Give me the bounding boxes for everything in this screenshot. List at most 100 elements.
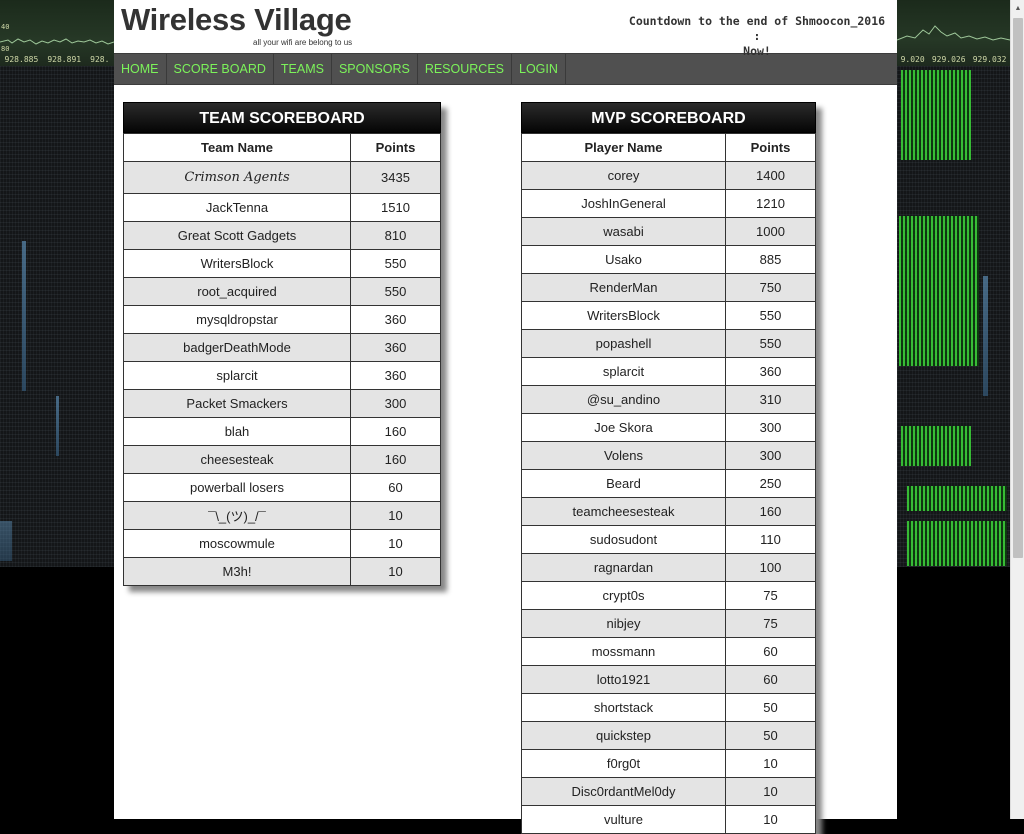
player-name: quickstep xyxy=(521,721,726,750)
team-scoreboard: TEAM SCOREBOARD Team Name Points Crimson… xyxy=(123,102,441,586)
nav-login[interactable]: LOGIN xyxy=(512,54,566,84)
mvp-scoreboard-title: MVP SCOREBOARD xyxy=(521,102,816,133)
spectrum-line xyxy=(897,25,1010,41)
player-points: 60 xyxy=(725,665,816,694)
freq-label: 928.885 xyxy=(4,55,39,64)
countdown: Countdown to the end of Shmoocon_2016 : … xyxy=(627,14,887,59)
team-scoreboard-title: TEAM SCOREBOARD xyxy=(123,102,441,133)
team-name: WritersBlock xyxy=(123,249,351,278)
page-scrollbar[interactable]: ▲ xyxy=(1010,0,1024,819)
player-name: Usako xyxy=(521,245,726,274)
table-row: ragnardan 100 xyxy=(521,553,816,582)
table-row: WritersBlock 550 xyxy=(123,249,441,278)
mvp-scoreboard: MVP SCOREBOARD Player Name Points corey 1… xyxy=(521,102,816,834)
player-points: 1210 xyxy=(725,189,816,218)
team-name: mysqldropstar xyxy=(123,305,351,334)
nav-home[interactable]: HOME xyxy=(114,54,167,84)
team-points: 810 xyxy=(350,221,441,250)
team-points: 60 xyxy=(350,473,441,502)
player-points: 50 xyxy=(725,721,816,750)
freq-label: 929.032 xyxy=(972,55,1007,64)
player-name: WritersBlock xyxy=(521,301,726,330)
table-row: ¯\_(ツ)_/¯ 10 xyxy=(123,501,441,530)
nav-scoreboard[interactable]: SCORE BOARD xyxy=(167,54,274,84)
team-points: 550 xyxy=(350,249,441,278)
table-row: Disc0rdantMel0dy 10 xyxy=(521,777,816,806)
player-points: 160 xyxy=(725,497,816,526)
player-points: 75 xyxy=(725,581,816,610)
player-name: Beard xyxy=(521,469,726,498)
player-points: 110 xyxy=(725,525,816,554)
scroll-thumb[interactable] xyxy=(1013,18,1023,558)
player-name: ragnardan xyxy=(521,553,726,582)
team-name: M3h! xyxy=(123,557,351,586)
site-header: Wireless Village all your wifi are belon… xyxy=(114,0,897,58)
table-row: cheesesteak 160 xyxy=(123,445,441,474)
table-row: lotto1921 60 xyxy=(521,665,816,694)
table-row: @su_andino 310 xyxy=(521,385,816,414)
player-name: mossmann xyxy=(521,637,726,666)
team-name: cheesesteak xyxy=(123,445,351,474)
team-name: powerball losers xyxy=(123,473,351,502)
player-name: f0rg0t xyxy=(521,749,726,778)
site-tagline: all your wifi are belong to us xyxy=(253,38,353,47)
site-logo[interactable]: Wireless Village xyxy=(121,2,352,38)
team-points: 10 xyxy=(350,501,441,530)
table-row: Beard 250 xyxy=(521,469,816,498)
table-row: sudosudont 110 xyxy=(521,525,816,554)
nav-teams[interactable]: TEAMS xyxy=(274,54,332,84)
player-name: Volens xyxy=(521,441,726,470)
spectrum-line xyxy=(0,38,114,45)
table-row: quickstep 50 xyxy=(521,721,816,750)
team-points: 360 xyxy=(350,305,441,334)
col-team-name: Team Name xyxy=(123,133,351,162)
spectrum-background-left: 40 80 928.885 928.891 928. xyxy=(0,0,114,567)
team-points: 360 xyxy=(350,361,441,390)
table-row: RenderMan 750 xyxy=(521,273,816,302)
player-name: vulture xyxy=(521,805,726,834)
waterfall-display xyxy=(0,66,114,567)
player-name: Disc0rdantMel0dy xyxy=(521,777,726,806)
table-row: blah 160 xyxy=(123,417,441,446)
player-points: 1400 xyxy=(725,161,816,190)
freq-label: 9.020 xyxy=(900,55,925,64)
team-name: Great Scott Gadgets xyxy=(123,221,351,250)
team-name: Packet Smackers xyxy=(123,389,351,418)
main-page: Wireless Village all your wifi are belon… xyxy=(114,0,897,834)
team-name: JackTenna xyxy=(123,193,351,222)
player-points: 300 xyxy=(725,413,816,442)
table-row: teamcheesesteak 160 xyxy=(521,497,816,526)
table-row: vulture 10 xyxy=(521,805,816,834)
team-name: badgerDeathMode xyxy=(123,333,351,362)
table-row: wasabi 1000 xyxy=(521,217,816,246)
team-points: 160 xyxy=(350,445,441,474)
table-row: nibjey 75 xyxy=(521,609,816,638)
nav-sponsors[interactable]: SPONSORS xyxy=(332,54,418,84)
table-row: WritersBlock 550 xyxy=(521,301,816,330)
player-points: 550 xyxy=(725,301,816,330)
table-row: popashell 550 xyxy=(521,329,816,358)
scroll-up-icon[interactable]: ▲ xyxy=(1011,0,1024,17)
player-points: 250 xyxy=(725,469,816,498)
player-points: 75 xyxy=(725,609,816,638)
nav-resources[interactable]: RESOURCES xyxy=(418,54,512,84)
spectrum-background-right: 9.020 929.026 929.032 xyxy=(897,0,1010,567)
table-header-row: Player Name Points xyxy=(521,133,816,162)
table-row: mossmann 60 xyxy=(521,637,816,666)
player-name: teamcheesesteak xyxy=(521,497,726,526)
table-row: M3h! 10 xyxy=(123,557,441,586)
table-row: badgerDeathMode 360 xyxy=(123,333,441,362)
waterfall-display xyxy=(897,66,1010,567)
player-points: 10 xyxy=(725,749,816,778)
team-points: 3435 xyxy=(350,161,441,194)
col-points: Points xyxy=(725,133,816,162)
table-row: JackTenna 1510 xyxy=(123,193,441,222)
team-points: 550 xyxy=(350,277,441,306)
mvp-scoreboard-table: Player Name Points corey 1400 JoshInGener… xyxy=(521,133,816,834)
table-row: mysqldropstar 360 xyxy=(123,305,441,334)
axis-label: 40 xyxy=(1,23,10,31)
table-row: splarcit 360 xyxy=(521,357,816,386)
freq-label: 928.891 xyxy=(47,55,82,64)
player-name: sudosudont xyxy=(521,525,726,554)
table-row: Volens 300 xyxy=(521,441,816,470)
